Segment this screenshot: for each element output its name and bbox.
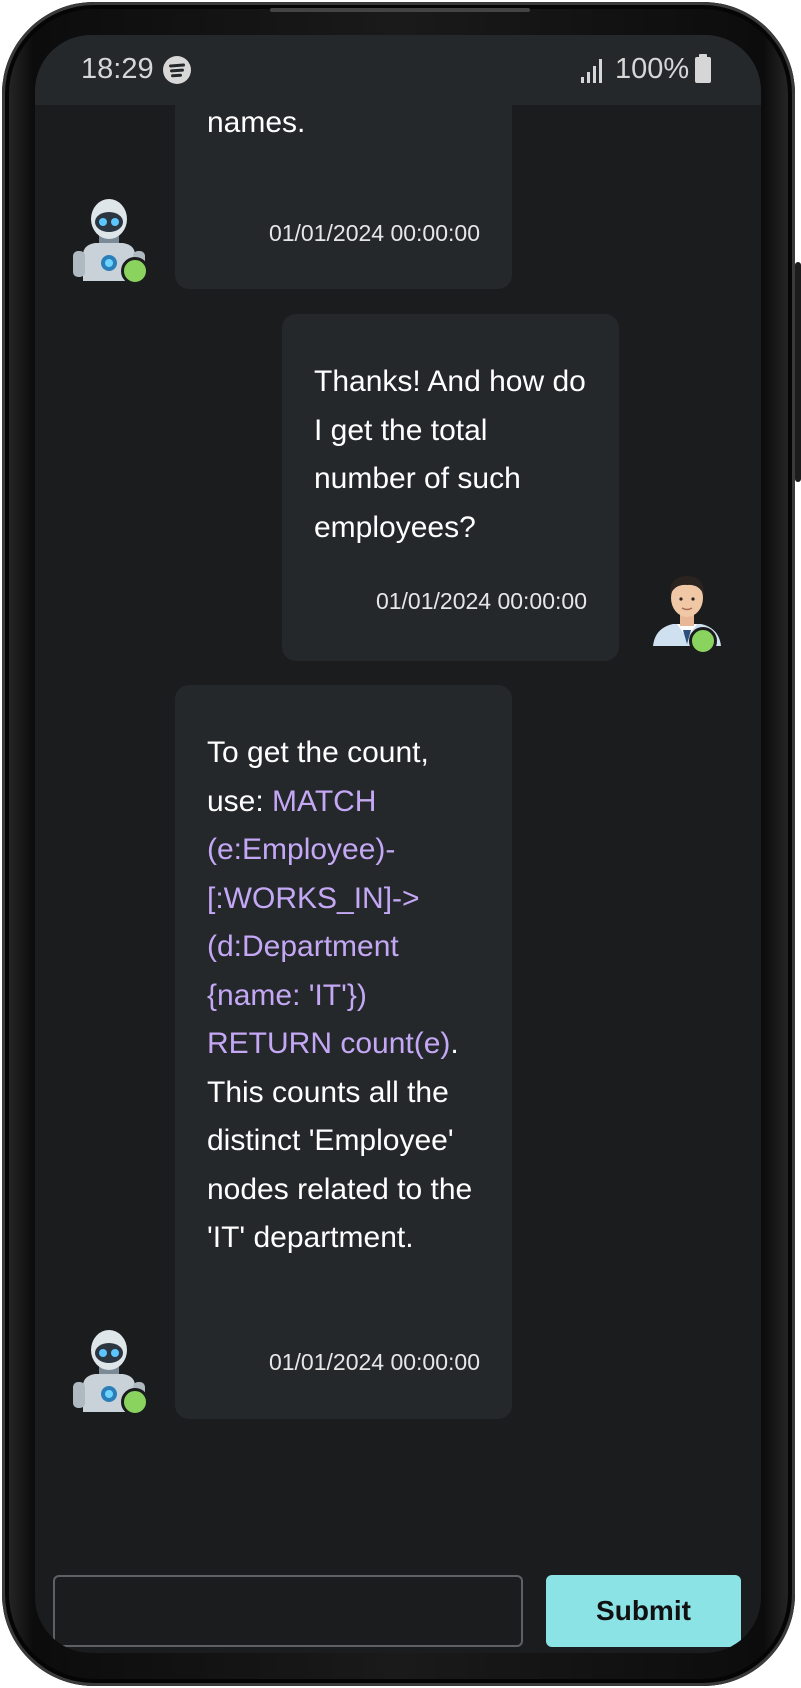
message-segment: Thanks! And how do I get the total numbe… (314, 365, 586, 544)
cypher-query: MATCH (e:Employee)-[:WORKS_IN]->(d:Depar… (207, 784, 451, 1061)
bot-message-bubble: names. 01/01/2024 00:00:00 (175, 105, 512, 289)
message-text: Thanks! And how do I get the total numbe… (314, 358, 595, 552)
user-message-bubble: Thanks! And how do I get the total numbe… (282, 314, 619, 661)
screen: 18:29 100% names. 01/01/2024 00:00:00 Th… (35, 35, 761, 1653)
online-status-dot (121, 1388, 149, 1416)
robot-avatar (69, 1328, 149, 1418)
battery-percentage: 100% (615, 53, 690, 85)
message-timestamp: 01/01/2024 00:00:00 (268, 1349, 480, 1375)
user-avatar (647, 568, 727, 658)
message-timestamp: 01/01/2024 00:00:00 (375, 588, 587, 614)
chat-area[interactable]: names. 01/01/2024 00:00:00 Thanks! And h… (35, 105, 761, 1565)
robot-avatar (69, 197, 149, 287)
battery-icon (695, 54, 711, 83)
message-text: To get the count, use: MATCH (e:Employee… (207, 729, 488, 1263)
spotify-icon (163, 56, 191, 84)
message-segment: . This counts all the distinct 'Employee… (207, 1027, 473, 1254)
phone-frame: 18:29 100% names. 01/01/2024 00:00:00 Th… (0, 0, 801, 1688)
online-status-dot (689, 627, 717, 655)
message-text: names. (207, 105, 488, 148)
message-input[interactable] (53, 1575, 523, 1647)
submit-button[interactable]: Submit (546, 1575, 741, 1647)
phone-top-edge (270, 8, 530, 12)
bot-message-bubble: To get the count, use: MATCH (e:Employee… (175, 685, 512, 1419)
volume-button (795, 262, 801, 482)
status-bar: 18:29 100% (35, 35, 761, 105)
online-status-dot (121, 257, 149, 285)
status-time: 18:29 (81, 53, 154, 85)
message-segment: names. (207, 106, 306, 139)
message-timestamp: 01/01/2024 00:00:00 (268, 220, 480, 246)
signal-icon (581, 59, 605, 83)
message-input-bar: Submit (35, 1565, 761, 1653)
